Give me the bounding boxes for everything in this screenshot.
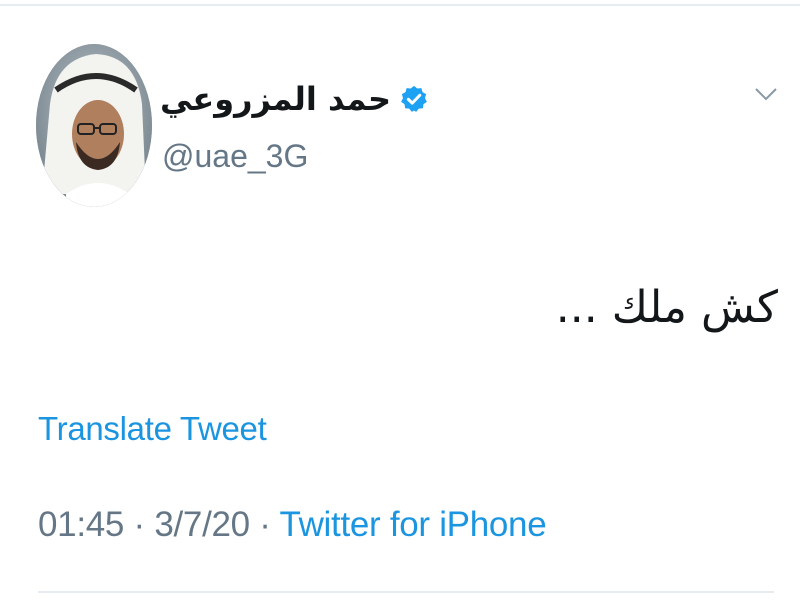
chevron-down-icon[interactable] [752, 84, 780, 104]
bottom-divider [38, 591, 774, 593]
meta-separator-2: · [259, 505, 271, 544]
tweet-source-link[interactable]: Twitter for iPhone [279, 505, 546, 544]
author-name-row[interactable]: حمد المزروعي [160, 76, 429, 122]
author-handle[interactable]: @uae_3G [162, 138, 308, 175]
tweet-meta: 01:45 · 3/7/20 · Twitter for iPhone [38, 505, 547, 545]
author-display-name[interactable]: حمد المزروعي [160, 80, 391, 118]
meta-separator: · [133, 505, 146, 544]
verified-badge-icon [399, 84, 429, 114]
top-divider [0, 4, 800, 6]
avatar[interactable] [36, 44, 152, 207]
tweet-card: حمد المزروعي @uae_3G كش ملك ... Translat… [0, 0, 800, 600]
tweet-text: كش ملك ... [555, 282, 778, 333]
translate-tweet-link[interactable]: Translate Tweet [38, 410, 267, 448]
tweet-time[interactable]: 01:45 [38, 505, 124, 544]
tweet-date[interactable]: 3/7/20 [154, 505, 250, 544]
avatar-photo [36, 44, 152, 207]
